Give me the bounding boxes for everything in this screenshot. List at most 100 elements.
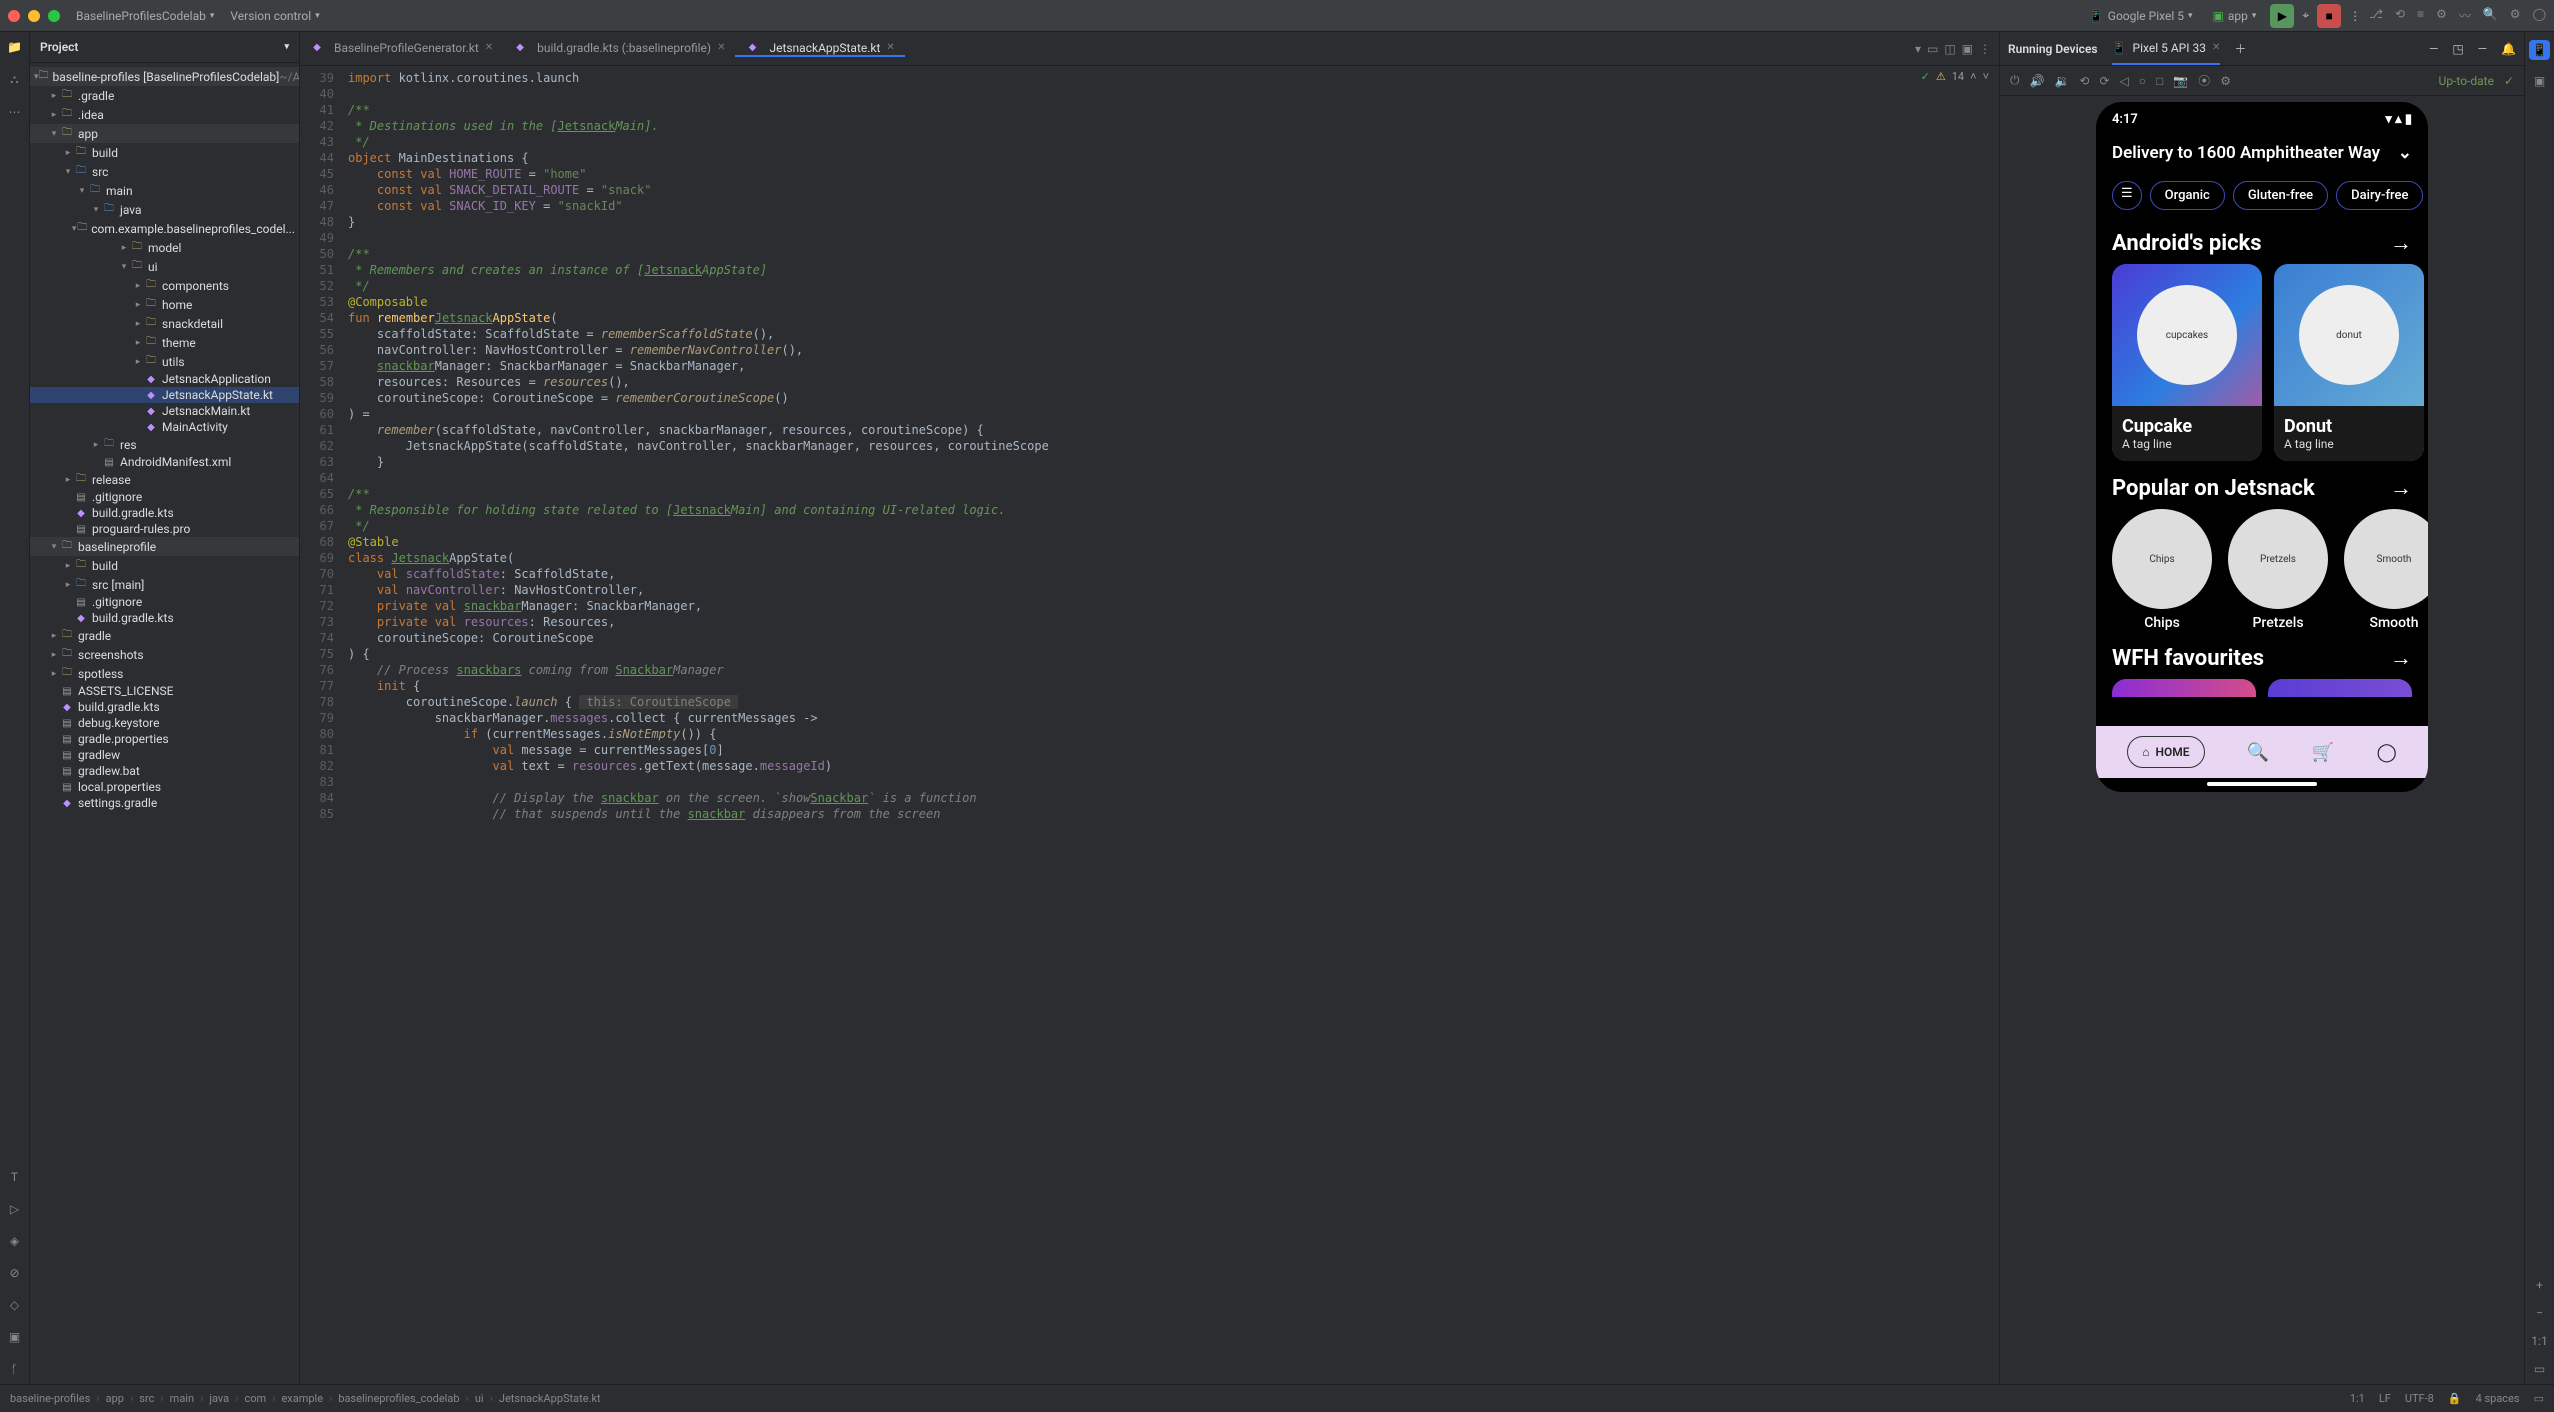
select-icon[interactable]: T [11, 1170, 18, 1184]
emulator-screen[interactable]: 4:17 ▾ ▴ ▮ Delivery to 1600 Amphitheater… [2096, 102, 2428, 792]
split-icon[interactable]: ◫ [1944, 42, 1955, 56]
nav-down-icon[interactable]: ˅ [1983, 70, 1989, 83]
tree-row[interactable]: ◆JetsnackMain.kt [30, 403, 299, 419]
address-row[interactable]: Delivery to 1600 Amphitheater Way ⌄ [2096, 131, 2428, 175]
more-icon[interactable]: ⋮ [1979, 42, 1991, 56]
breadcrumbs[interactable]: baseline-profiles›app›src›main›java›com›… [10, 1392, 2340, 1405]
close-icon[interactable]: ✕ [485, 42, 493, 53]
overview-icon[interactable]: □ [2156, 74, 2163, 88]
preview-icon[interactable]: ▣ [1962, 42, 1973, 56]
snack-card[interactable]: donutDonutA tag line [2274, 264, 2424, 461]
filter-icon-chip[interactable]: ☰ [2112, 181, 2142, 210]
snack-circle[interactable]: ChipsChips [2112, 509, 2212, 631]
breadcrumb-item[interactable]: baseline-profiles [10, 1392, 90, 1405]
tree-row[interactable]: ◆JetsnackAppState.kt [30, 387, 299, 403]
tree-row[interactable]: ◆build.gradle.kts [30, 699, 299, 715]
chevron-down-icon[interactable]: ▾ [1915, 42, 1921, 56]
vcs-tool-icon[interactable]: ᚶ [11, 1362, 18, 1376]
encoding[interactable]: UTF-8 [2405, 1392, 2434, 1405]
rotate-left-icon[interactable]: ⟲ [2079, 74, 2089, 88]
code-area[interactable]: import kotlinx.coroutines.launch /** * D… [340, 66, 1999, 1384]
zoom-out-icon[interactable]: − [2536, 1306, 2543, 1320]
tree-row[interactable]: ▤gradlew [30, 747, 299, 763]
structure-tool-icon[interactable]: ⛬ [10, 72, 18, 87]
tree-row[interactable]: ▤gradle.properties [30, 731, 299, 747]
cursor-position[interactable]: 1:1 [2350, 1392, 2365, 1405]
breadcrumb-item[interactable]: ui [475, 1392, 484, 1405]
tree-row[interactable]: ▸🗀utils [30, 352, 299, 371]
editor[interactable]: ✓ ⚠ 14 ˄ ˅ 39404142434445464748495051525… [300, 66, 1999, 1384]
run-tool-icon[interactable]: ▷ [10, 1202, 19, 1216]
tree-row[interactable]: ▸🗀screenshots [30, 645, 299, 664]
close-window[interactable] [8, 10, 20, 22]
popout-icon[interactable]: ◳ [2452, 42, 2463, 56]
nav-cart-icon[interactable]: 🛒 [2312, 742, 2334, 763]
tree-row[interactable]: ◆settings.gradle [30, 795, 299, 811]
section-header[interactable]: Android's picks → [2096, 216, 2428, 264]
back-icon[interactable]: ◁ [2120, 74, 2129, 88]
tree-row[interactable]: ▸🗀src [main] [30, 575, 299, 594]
snack-circle[interactable]: PretzelsPretzels [2228, 509, 2328, 631]
run-config-selector[interactable]: ▣ app ▾ [2207, 7, 2263, 25]
memory-icon[interactable]: ▭ [2534, 1392, 2544, 1405]
tree-row[interactable]: ▸🗀res [30, 435, 299, 454]
breadcrumb-item[interactable]: src [139, 1392, 154, 1405]
volume-down-icon[interactable]: 🔉 [2054, 74, 2069, 88]
tree-row[interactable]: ▾🗀app [30, 124, 299, 143]
vcs-dropdown[interactable]: Version control ▾ [230, 9, 319, 23]
debug-icon[interactable]: ⌖ [2302, 8, 2309, 23]
bookmark-icon[interactable]: ◈ [10, 1234, 19, 1248]
tree-row[interactable]: ▸🗀gradle [30, 626, 299, 645]
project-selector[interactable]: BaselineProfilesCodelab ▾ [76, 9, 214, 23]
add-device-icon[interactable]: ＋ [2234, 40, 2246, 57]
filter-chip[interactable]: Organic [2150, 181, 2225, 210]
tree-row[interactable]: ◆build.gradle.kts [30, 505, 299, 521]
tree-row[interactable]: ▤.gitignore [30, 489, 299, 505]
tree-row[interactable]: ▤proguard-rules.pro [30, 521, 299, 537]
tree-row[interactable]: ▾🗀main [30, 181, 299, 200]
structure-icon[interactable]: ≡ [2417, 7, 2424, 24]
section-header[interactable]: WFH favourites → [2096, 631, 2428, 679]
tree-row[interactable]: ▸🗀theme [30, 333, 299, 352]
tree-row[interactable]: ▸🗀components [30, 276, 299, 295]
tree-row[interactable]: ▾🗀src [30, 162, 299, 181]
terminal-icon[interactable]: ▣ [9, 1330, 20, 1344]
layout-icon[interactable]: ▭ [2534, 1362, 2545, 1376]
tree-row[interactable]: ▤AndroidManifest.xml [30, 454, 299, 470]
tree-row[interactable]: ▾🗀java [30, 200, 299, 219]
filter-chip[interactable]: Gluten-free [2233, 181, 2328, 210]
tree-row[interactable]: ▸🗀release [30, 470, 299, 489]
tree-row[interactable]: ▾🗀ui [30, 257, 299, 276]
account-icon[interactable]: ◯ [2533, 7, 2546, 24]
editor-tab[interactable]: ◆BaselineProfileGenerator.kt✕ [300, 41, 503, 57]
problems-icon[interactable]: ⊘ [9, 1266, 19, 1280]
cards-row[interactable]: cupcakesCupcakeA tag linedonutDonutA tag… [2096, 264, 2428, 461]
minimize-window[interactable] [28, 10, 40, 22]
tree-row[interactable]: ▾🗀baseline-profiles [BaselineProfilesCod… [30, 67, 299, 86]
tree-row[interactable]: ▸🗀model [30, 238, 299, 257]
minimize-icon[interactable]: — [2429, 42, 2438, 56]
nav-up-icon[interactable]: ˄ [1970, 70, 1976, 83]
power-icon[interactable]: ⏻ [2010, 73, 2020, 88]
tree-row[interactable]: ▤local.properties [30, 779, 299, 795]
home-icon[interactable]: ○ [2139, 74, 2146, 88]
git-icon[interactable]: ⎇ [2369, 7, 2383, 24]
project-tree[interactable]: ▾🗀baseline-profiles [BaselineProfilesCod… [30, 63, 299, 1384]
snack-circle[interactable]: SmoothSmooth [2344, 509, 2428, 631]
device-manager-icon[interactable]: ▣ [2534, 74, 2545, 88]
tree-row[interactable]: ▸🗀.gradle [30, 86, 299, 105]
line-ending[interactable]: LF [2379, 1392, 2391, 1405]
screenshot-icon[interactable]: 📷 [2173, 74, 2188, 88]
tree-row[interactable]: ▤ASSETS_LICENSE [30, 683, 299, 699]
inspect-icon[interactable]: ◇ [10, 1298, 19, 1312]
hide-icon[interactable]: — [2478, 42, 2487, 56]
more-tool-icon[interactable]: ⋯ [9, 105, 21, 119]
tree-row[interactable]: ▸🗀.idea [30, 105, 299, 124]
chevron-down-icon[interactable]: ▾ [284, 42, 289, 52]
project-tool-icon[interactable]: 📁 [7, 40, 22, 54]
tree-row[interactable]: ▸🗀home [30, 295, 299, 314]
rotate-right-icon[interactable]: ⟳ [2099, 74, 2109, 88]
breadcrumb-item[interactable]: java [209, 1392, 229, 1405]
breadcrumb-item[interactable]: example [281, 1392, 323, 1405]
readonly-icon[interactable]: 🔒 [2448, 1392, 2462, 1405]
